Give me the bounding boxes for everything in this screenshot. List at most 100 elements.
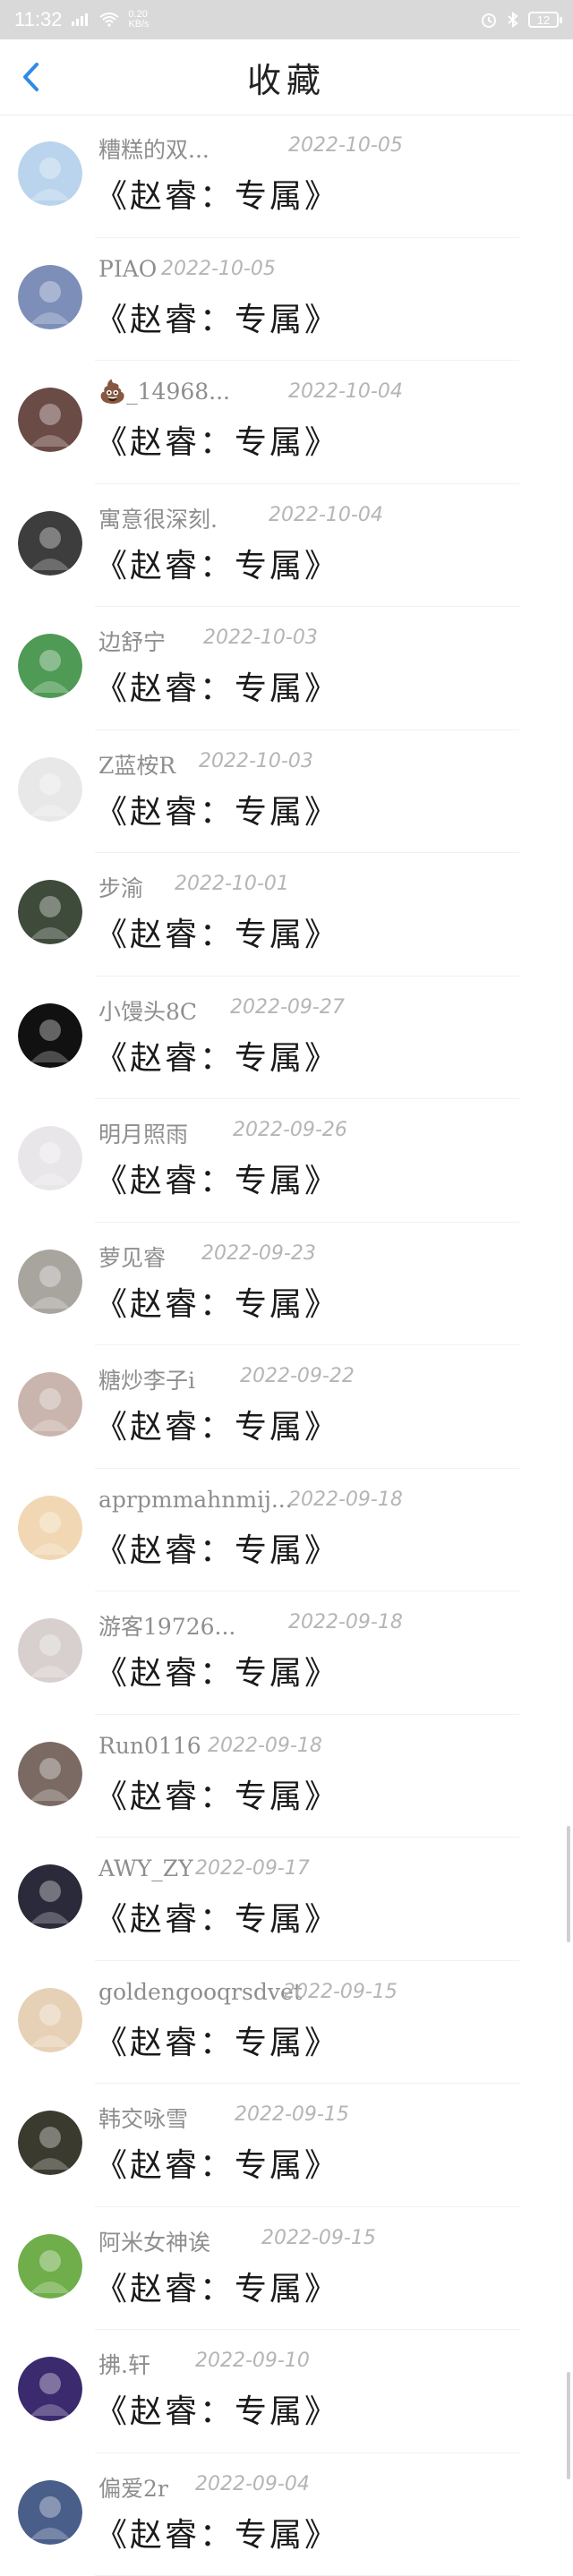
avatar[interactable]: [18, 1250, 82, 1314]
list-item[interactable]: 游客19726... 2022-09-18 《赵睿：专属》: [0, 1591, 573, 1715]
favorite-title[interactable]: 《赵睿：专属》: [95, 662, 339, 709]
list-item[interactable]: 偏爱2r 2022-09-04 《赵睿：专属》: [0, 2453, 573, 2576]
list-item[interactable]: 萝见睿2022-09-23《赵睿：专属》: [0, 1223, 573, 1346]
list-item[interactable]: 阿米女神诶 2022-09-15 《赵睿：专属》: [0, 2207, 573, 2331]
avatar[interactable]: [18, 2480, 82, 2545]
list-item[interactable]: PIAO2022-10-05《赵睿：专属》: [0, 238, 573, 362]
favorite-date: 2022-10-04: [269, 504, 383, 526]
favorite-date: 2022-09-15: [261, 2227, 376, 2249]
user-name: 游客19726...: [98, 1609, 235, 1642]
favorite-date: 2022-10-05: [288, 134, 403, 157]
favorite-date: 2022-10-01: [175, 873, 289, 895]
list-item[interactable]: AWY_ZY2022-09-17 《赵睿：专属》: [0, 1838, 573, 1961]
user-name: 小馒头8C: [98, 994, 197, 1027]
favorite-title[interactable]: 《赵睿：专属》: [95, 1647, 339, 1693]
avatar[interactable]: [18, 1864, 82, 1929]
favorite-title[interactable]: 《赵睿：专属》: [95, 540, 339, 586]
list-item[interactable]: 拂.轩2022-09-10《赵睿：专属》: [0, 2330, 573, 2453]
favorite-date: 2022-09-18: [208, 1735, 322, 1757]
list-item[interactable]: 步渝 2022-10-01 《赵睿：专属》: [0, 853, 573, 977]
favorite-title[interactable]: 《赵睿：专属》: [95, 1770, 339, 1817]
user-name: AWY_ZY: [98, 1855, 193, 1881]
favorite-title[interactable]: 《赵睿：专属》: [95, 170, 339, 217]
avatar[interactable]: [18, 634, 82, 698]
list-item[interactable]: Run01162022-09-18《赵睿：专属》: [0, 1715, 573, 1838]
battery-icon: 12: [528, 12, 559, 28]
avatar[interactable]: [18, 2357, 82, 2421]
favorites-list: 糟糕的双...2022-10-05《赵睿：专属》PIAO2022-10-05《赵…: [0, 115, 573, 2576]
list-item[interactable]: 明月照雨 2022-09-26 《赵睿：专属》: [0, 1099, 573, 1223]
avatar[interactable]: [18, 1496, 82, 1560]
favorite-date: 2022-10-05: [161, 258, 276, 280]
list-item[interactable]: 糖炒李子i2022-09-22《赵睿：专属》: [0, 1345, 573, 1469]
favorite-title[interactable]: 《赵睿：专属》: [95, 1524, 339, 1571]
avatar[interactable]: [18, 388, 82, 452]
favorite-title[interactable]: 《赵睿：专属》: [95, 1278, 339, 1325]
favorite-date: 2022-09-15: [283, 1981, 398, 2003]
favorite-title[interactable]: 《赵睿：专属》: [95, 2263, 339, 2309]
user-name: 阿米女神诶: [98, 2225, 210, 2257]
favorite-title[interactable]: 《赵睿：专属》: [95, 1032, 339, 1079]
user-name: goldengooqrsdvet: [98, 1979, 303, 2005]
avatar[interactable]: [18, 1372, 82, 1437]
avatar[interactable]: [18, 141, 82, 206]
avatar[interactable]: [18, 1988, 82, 2052]
user-name: aprpmmahnmij...: [98, 1487, 293, 1513]
list-item[interactable]: 寓意很深刻. 2022-10-04 《赵睿：专属》: [0, 484, 573, 608]
avatar[interactable]: [18, 511, 82, 576]
user-name: Z蓝桉R: [98, 748, 175, 780]
favorite-date: 2022-09-04: [195, 2473, 310, 2495]
avatar[interactable]: [18, 880, 82, 944]
user-name: 步渝: [98, 871, 143, 903]
user-name: 寓意很深刻.: [98, 502, 218, 534]
avatar[interactable]: [18, 265, 82, 329]
back-button[interactable]: [13, 55, 48, 98]
avatar[interactable]: [18, 1618, 82, 1683]
avatar[interactable]: [18, 1742, 82, 1806]
favorite-date: 2022-10-04: [288, 380, 403, 403]
list-item[interactable]: aprpmmahnmij...2022-09-18 《赵睿：专属》: [0, 1469, 573, 1592]
favorite-title[interactable]: 《赵睿：专属》: [95, 1401, 339, 1447]
header: 收藏: [0, 39, 573, 115]
list-item[interactable]: goldengooqrsdvet2022-09-15 《赵睿：专属》: [0, 1961, 573, 2085]
favorite-date: 2022-09-18: [288, 1611, 403, 1633]
list-item[interactable]: 韩交咏雪 2022-09-15 《赵睿：专属》: [0, 2084, 573, 2207]
chevron-left-icon: [21, 62, 40, 92]
user-name: 明月照雨: [98, 1117, 188, 1149]
favorite-title[interactable]: 《赵睿：专属》: [95, 2509, 339, 2555]
favorite-date: 2022-09-26: [233, 1119, 347, 1141]
list-item[interactable]: Z蓝桉R 2022-10-03 《赵睿：专属》: [0, 730, 573, 854]
battery-level: 12: [537, 13, 550, 27]
alarm-icon: [480, 12, 498, 28]
favorite-date: 2022-09-18: [288, 1488, 403, 1511]
user-name: 糟糕的双...: [98, 132, 210, 165]
favorite-title[interactable]: 《赵睿：专属》: [95, 2139, 339, 2186]
list-item[interactable]: 小馒头8C2022-09-27《赵睿：专属》: [0, 977, 573, 1100]
favorite-title[interactable]: 《赵睿：专属》: [95, 2385, 339, 2432]
page-title: 收藏: [247, 53, 326, 102]
favorite-date: 2022-10-03: [203, 627, 318, 649]
favorite-date: 2022-09-17: [195, 1857, 310, 1880]
favorite-title[interactable]: 《赵睿：专属》: [95, 2017, 339, 2063]
avatar[interactable]: [18, 757, 82, 822]
favorite-date: 2022-09-22: [240, 1365, 355, 1387]
favorite-title[interactable]: 《赵睿：专属》: [95, 1893, 339, 1940]
list-item[interactable]: 💩_14968...2022-10-04《赵睿：专属》: [0, 361, 573, 484]
favorite-title[interactable]: 《赵睿：专属》: [95, 908, 339, 955]
favorite-date: 2022-10-03: [199, 750, 313, 772]
favorite-title[interactable]: 《赵睿：专属》: [95, 786, 339, 832]
favorite-title[interactable]: 《赵睿：专属》: [95, 416, 339, 463]
avatar[interactable]: [18, 2234, 82, 2299]
avatar[interactable]: [18, 2111, 82, 2175]
scrollbar-thumb[interactable]: [567, 1826, 570, 1942]
list-item[interactable]: 糟糕的双... 2022-10-05 《赵睿：专属》: [0, 115, 573, 238]
favorite-date: 2022-09-15: [235, 2103, 349, 2126]
list-item[interactable]: 边舒宁2022-10-03《赵睿：专属》: [0, 607, 573, 730]
avatar[interactable]: [18, 1126, 82, 1190]
user-name: 偏爱2r: [98, 2471, 168, 2503]
user-name: 韩交咏雪: [98, 2102, 188, 2134]
avatar[interactable]: [18, 1003, 82, 1068]
favorite-title[interactable]: 《赵睿：专属》: [95, 294, 339, 340]
signal-icon: [71, 13, 90, 27]
favorite-title[interactable]: 《赵睿：专属》: [95, 1155, 339, 1201]
